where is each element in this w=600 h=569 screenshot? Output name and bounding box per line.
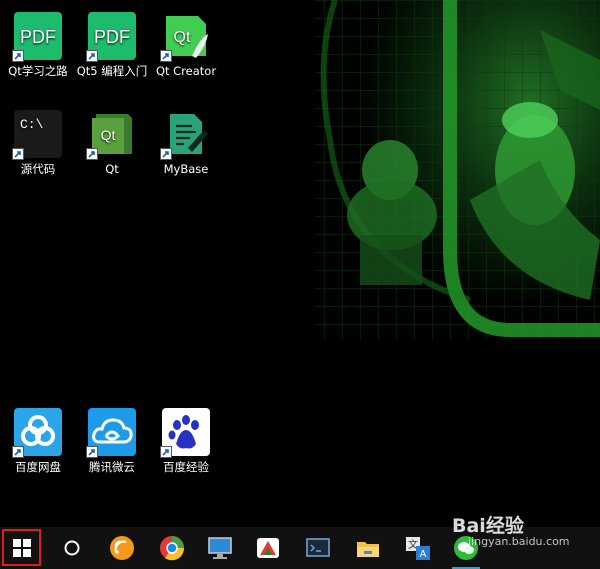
desktop-icon-label: 百度经验: [163, 460, 209, 474]
wifi-app-button[interactable]: [100, 527, 144, 569]
shortcut-arrow-icon: [160, 50, 172, 62]
circle-icon: [64, 540, 80, 556]
watermark-url: jingyan.baidu.com: [468, 535, 570, 548]
desktop-icon-label: MyBase: [163, 162, 209, 176]
desktop-icon-baidu-jingyan[interactable]: 百度经验: [148, 408, 224, 475]
qt-creator-icon: Qt: [160, 12, 210, 62]
desktop-icon-source-code[interactable]: C:\ 源代码: [0, 110, 76, 177]
svg-text:C:\: C:\: [20, 117, 44, 132]
shortcut-arrow-icon: [12, 148, 24, 160]
desktop-icon-qt5-intro-pdf[interactable]: PDF Qt5 编程入门: [74, 12, 150, 79]
mybase-icon: [160, 110, 210, 160]
desktop-icon-label: Qt Creator: [155, 64, 217, 78]
watermark-brand: Bai经验: [452, 515, 524, 537]
red-app-button[interactable]: [246, 527, 290, 569]
pdf-icon: PDF: [86, 12, 136, 62]
wifi-icon: [110, 536, 134, 560]
remote-desktop-button[interactable]: [198, 527, 242, 569]
translate-button[interactable]: 文 A: [396, 527, 440, 569]
baidu-netdisk-icon: [12, 408, 62, 458]
cmd-folder-icon: C:\: [12, 110, 62, 160]
desktop-icon-tencent-weiyun[interactable]: 腾讯微云: [74, 408, 150, 475]
translate-icon: 文 A: [406, 537, 430, 560]
qt-icon: Qt: [86, 110, 136, 160]
desktop-icon-label: 源代码: [20, 162, 56, 176]
baidu-jingyan-icon: [160, 408, 210, 458]
desktop-icon-label: 百度网盘: [15, 460, 61, 474]
svg-text:A: A: [420, 549, 427, 560]
browser-button[interactable]: [150, 527, 194, 569]
desktop-icon-qt-creator[interactable]: Qt Qt Creator: [148, 12, 224, 79]
shortcut-arrow-icon: [12, 50, 24, 62]
terminal-button[interactable]: [296, 527, 340, 569]
desktop-icon-qt[interactable]: Qt Qt: [74, 110, 150, 177]
desktop-icon-qt-study-pdf[interactable]: PDF Qt学习之路: [0, 12, 76, 79]
tencent-weiyun-icon: [86, 408, 136, 458]
cortana-button[interactable]: [50, 527, 94, 569]
shortcut-arrow-icon: [160, 148, 172, 160]
desktop-icon-label: 腾讯微云: [89, 460, 135, 474]
desktop-icon-label: Qt5 编程入门: [76, 64, 148, 78]
red-envelope-icon: [257, 538, 279, 558]
pdf-icon: PDF: [12, 12, 62, 62]
browser-icon: [160, 536, 185, 561]
file-explorer-button[interactable]: [346, 527, 390, 569]
desktop-icon-mybase[interactable]: MyBase: [148, 110, 224, 177]
folder-icon: [357, 542, 379, 557]
shortcut-arrow-icon: [86, 148, 98, 160]
windows-logo-icon: [12, 538, 31, 557]
svg-text:Qt: Qt: [101, 127, 116, 143]
shortcut-arrow-icon: [160, 446, 172, 458]
svg-text:PDF: PDF: [94, 27, 130, 47]
terminal-icon: [306, 538, 330, 557]
desktop-icon-baidu-netdisk[interactable]: 百度网盘: [0, 408, 76, 475]
svg-text:Qt: Qt: [174, 29, 191, 46]
shortcut-arrow-icon: [86, 446, 98, 458]
shortcut-arrow-icon: [86, 50, 98, 62]
monitor-icon: [208, 537, 232, 559]
svg-text:PDF: PDF: [20, 27, 56, 47]
desktop-icon-label: Qt: [105, 162, 119, 176]
desktop-icon-label: Qt学习之路: [8, 64, 68, 78]
start-button[interactable]: [2, 529, 41, 566]
shortcut-arrow-icon: [12, 446, 24, 458]
